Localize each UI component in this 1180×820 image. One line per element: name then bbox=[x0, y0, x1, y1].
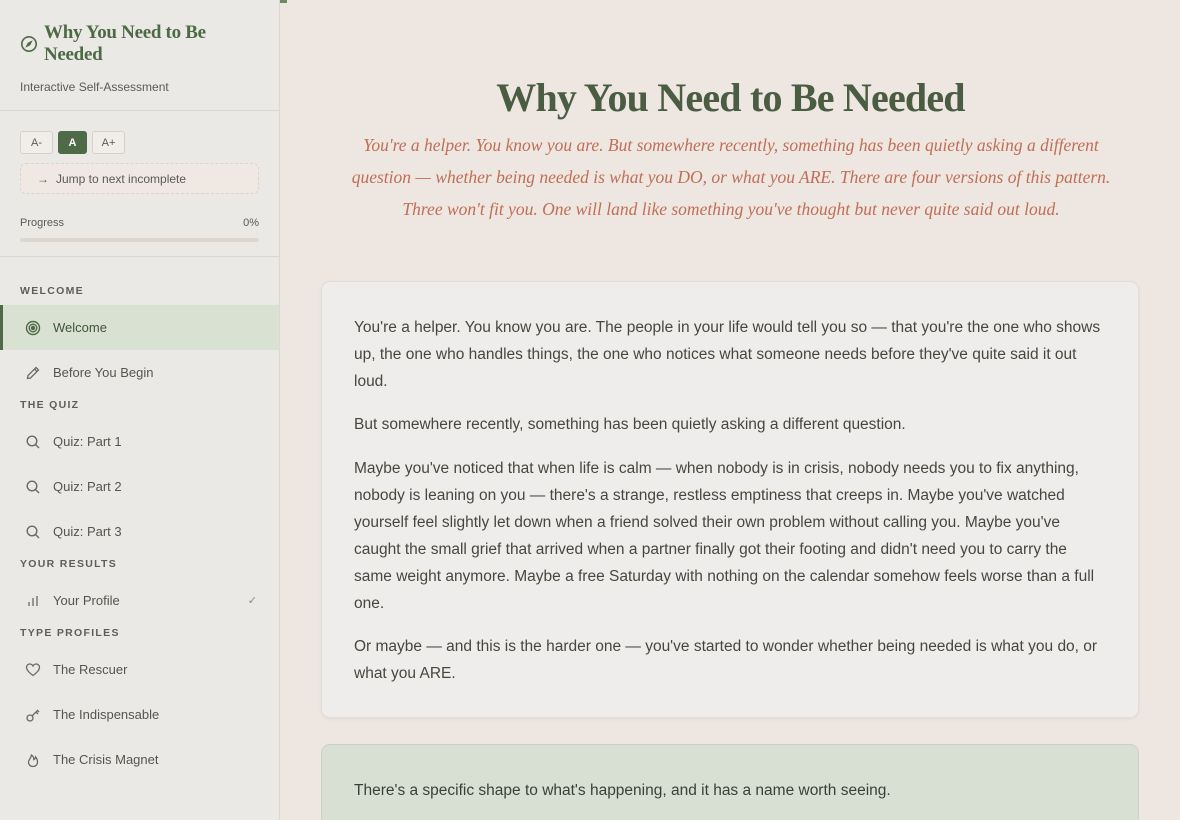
check-icon: ✓ bbox=[247, 595, 257, 607]
sidebar-item-welcome[interactable]: Welcome bbox=[0, 305, 279, 350]
intro-card: You're a helper. You know you are. The p… bbox=[321, 281, 1139, 718]
brand-title-text: Why You Need to Be Needed bbox=[44, 22, 206, 65]
sidebar-item-label: The Rescuer bbox=[53, 662, 128, 677]
sidebar-item-quiz-part-2[interactable]: Quiz: Part 2 bbox=[0, 464, 279, 509]
sidebar-item-label: Quiz: Part 3 bbox=[53, 524, 122, 539]
sidebar-item-before-you-begin[interactable]: Before You Begin bbox=[0, 350, 279, 395]
progress-bar bbox=[20, 238, 259, 242]
font-decrease-button[interactable]: A- bbox=[20, 131, 53, 154]
flame-icon bbox=[27, 753, 39, 767]
callout-card: There's a specific shape to what's happe… bbox=[321, 744, 1139, 820]
bar-chart-icon bbox=[28, 595, 38, 606]
page-subtitle: You're a helper. You know you are. But s… bbox=[351, 135, 1111, 219]
progress-header: Progress 0% bbox=[20, 217, 259, 229]
target-icon bbox=[25, 320, 41, 335]
main-content: Why You Need to Be Needed You're a helpe… bbox=[281, 0, 1180, 820]
progress-value: 0% bbox=[243, 217, 259, 229]
sidebar-item-label: Welcome bbox=[53, 320, 107, 335]
nav-section-welcome: WELCOME bbox=[20, 285, 84, 297]
compass-icon bbox=[20, 35, 38, 53]
progress-label: Progress bbox=[20, 217, 65, 229]
page-title: Why You Need to Be Needed bbox=[496, 75, 965, 120]
brand-title[interactable]: Why You Need to Be Needed bbox=[20, 22, 259, 66]
callout-text: There's a specific shape to what's happe… bbox=[354, 782, 891, 799]
search-icon bbox=[26, 434, 40, 448]
arrow-right-icon: → bbox=[37, 171, 49, 186]
pencil-icon bbox=[26, 366, 40, 379]
nav-section-type-profiles: TYPE PROFILES bbox=[20, 627, 120, 639]
sidebar-item-label: Quiz: Part 2 bbox=[53, 479, 122, 494]
sidebar-item-your-profile[interactable]: Your Profile ✓ bbox=[0, 578, 279, 623]
intro-paragraph: But somewhere recently, something has be… bbox=[354, 416, 906, 433]
jump-next-incomplete-button[interactable]: → Jump to next incomplete bbox=[20, 163, 259, 194]
sidebar-item-label: The Crisis Magnet bbox=[53, 752, 159, 767]
font-size-controls: A- A A+ bbox=[20, 131, 259, 154]
sidebar-nav: WELCOME Welcome Before You Begin THE QUI… bbox=[0, 257, 279, 782]
intro-paragraph: You're a helper. You know you are. The p… bbox=[354, 319, 1101, 390]
search-icon bbox=[26, 479, 40, 493]
nav-section-quiz: THE QUIZ bbox=[20, 399, 80, 411]
key-icon bbox=[26, 709, 40, 722]
sidebar-item-label: Quiz: Part 1 bbox=[53, 434, 122, 449]
sidebar-item-the-indispensable[interactable]: The Indispensable bbox=[0, 692, 279, 737]
sidebar-item-the-rescuer[interactable]: The Rescuer bbox=[0, 647, 279, 692]
nav-section-results: YOUR RESULTS bbox=[20, 558, 118, 570]
intro-paragraph: Maybe you've noticed that when life is c… bbox=[354, 460, 1095, 612]
brand-header: Why You Need to Be Needed Interactive Se… bbox=[0, 0, 279, 111]
sidebar-item-label: Before You Begin bbox=[53, 365, 154, 380]
brand-subtitle: Interactive Self-Assessment bbox=[20, 80, 169, 94]
search-icon bbox=[26, 524, 40, 538]
sidebar-item-quiz-part-1[interactable]: Quiz: Part 1 bbox=[0, 419, 279, 464]
font-increase-button[interactable]: A+ bbox=[92, 131, 125, 154]
heart-icon bbox=[25, 662, 41, 676]
sidebar-item-label: The Indispensable bbox=[53, 707, 160, 722]
sidebar-controls: A- A A+ → Jump to next incomplete Progre… bbox=[0, 111, 279, 257]
sidebar-item-quiz-part-3[interactable]: Quiz: Part 3 bbox=[0, 509, 279, 554]
sidebar-item-the-crisis-magnet[interactable]: The Crisis Magnet bbox=[0, 737, 279, 782]
jump-label: Jump to next incomplete bbox=[56, 171, 187, 186]
intro-paragraph: Or maybe — and this is the harder one — … bbox=[354, 638, 1098, 682]
sidebar: Why You Need to Be Needed Interactive Se… bbox=[0, 0, 280, 820]
sidebar-item-label: Your Profile bbox=[53, 593, 120, 608]
font-normal-button[interactable]: A bbox=[58, 131, 87, 154]
